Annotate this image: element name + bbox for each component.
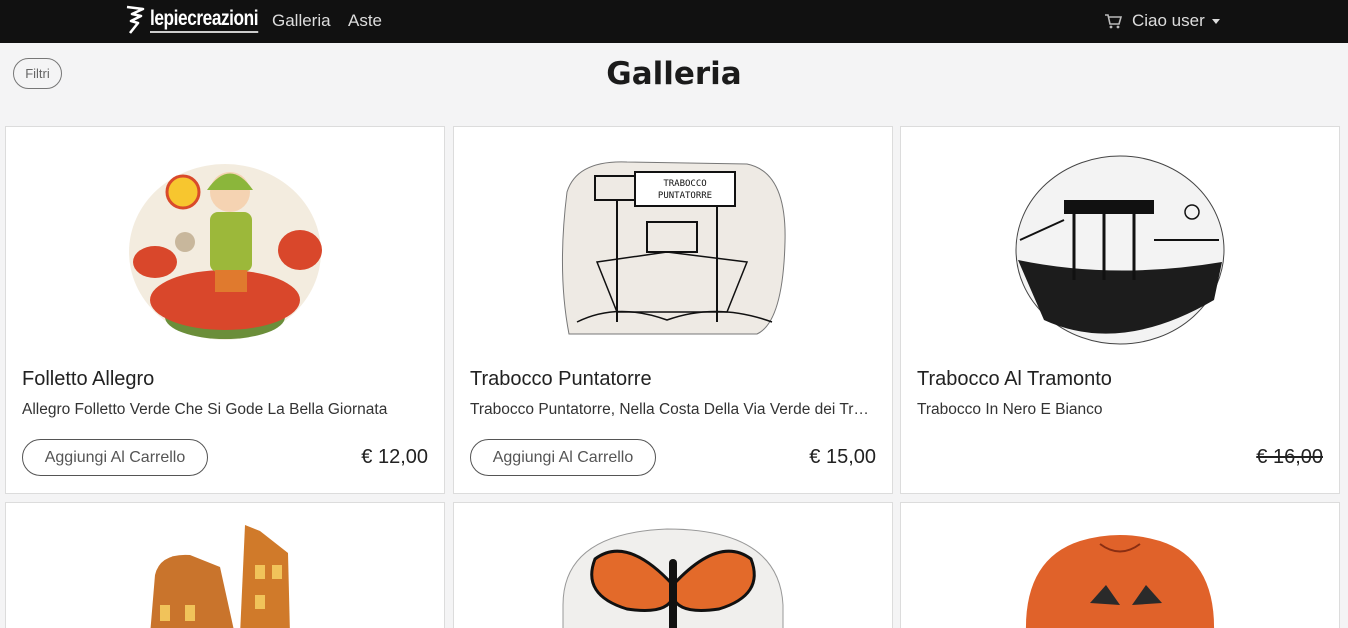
painted-stone-butterfly-image — [562, 528, 784, 628]
product-image-folletto[interactable] — [6, 127, 444, 367]
product-card: TRABOCCO PUNTATORRE Trabocco Puntatorre … — [453, 126, 893, 494]
user-greeting: Ciao user — [1132, 11, 1205, 30]
painted-stone-elf-image — [129, 164, 322, 340]
add-to-cart-button[interactable]: Aggiungi Al Carrello — [470, 439, 656, 476]
brand-name: lepiecreazioni — [150, 7, 259, 33]
sign-text-line-1: TRABOCCO — [663, 179, 706, 189]
product-image-trabocco-puntatorre[interactable]: TRABOCCO PUNTATORRE — [454, 127, 892, 367]
product-price-sold: € 16,00 — [1256, 446, 1323, 468]
product-image-pumpkin[interactable] — [901, 529, 1339, 628]
brand-logo[interactable]: lepiecreazioni — [124, 4, 282, 36]
product-price: € 12,00 — [361, 446, 428, 468]
product-card — [900, 502, 1340, 628]
nav-link-aste[interactable]: Aste — [348, 11, 382, 31]
product-title: Trabocco Puntatorre — [470, 368, 652, 390]
product-card — [453, 502, 893, 628]
feather-logo-icon — [126, 5, 145, 34]
page-title: Galleria — [606, 56, 742, 92]
nav-link-galleria[interactable]: Galleria — [272, 11, 331, 31]
product-title: Trabocco Al Tramonto — [917, 368, 1112, 390]
product-price: € 15,00 — [809, 446, 876, 468]
painted-stone-pumpkin-image — [1026, 535, 1214, 628]
product-card: Trabocco Al Tramonto Trabocco In Nero E … — [900, 126, 1340, 494]
painted-stone-sunset-trabocco-image — [1015, 155, 1225, 344]
cart-icon — [1105, 14, 1122, 29]
product-description: Allegro Folletto Verde Che Si Gode La Be… — [22, 401, 388, 418]
product-image-butterfly[interactable] — [454, 525, 892, 628]
painted-stone-trabocco-image: TRABOCCO PUNTATORRE — [561, 161, 786, 335]
product-card: Folletto Allegro Allegro Folletto Verde … — [5, 126, 445, 494]
product-image-trabocco-tramonto[interactable] — [901, 127, 1339, 367]
product-description: Trabocco In Nero E Bianco — [917, 401, 1103, 418]
product-image-houses[interactable] — [6, 525, 444, 628]
chevron-down-icon — [1211, 18, 1220, 24]
product-card — [5, 502, 445, 628]
navbar: lepiecreazioni Galleria Aste Ciao user — [0, 0, 1348, 43]
user-menu[interactable]: Ciao user — [1104, 11, 1220, 31]
product-description: Trabocco Puntatorre, Nella Costa Della V… — [470, 401, 875, 418]
product-title: Folletto Allegro — [22, 368, 155, 390]
add-to-cart-button[interactable]: Aggiungi Al Carrello — [22, 439, 208, 476]
sign-text-line-2: PUNTATORRE — [658, 191, 712, 201]
painted-stone-houses-image — [150, 525, 290, 628]
